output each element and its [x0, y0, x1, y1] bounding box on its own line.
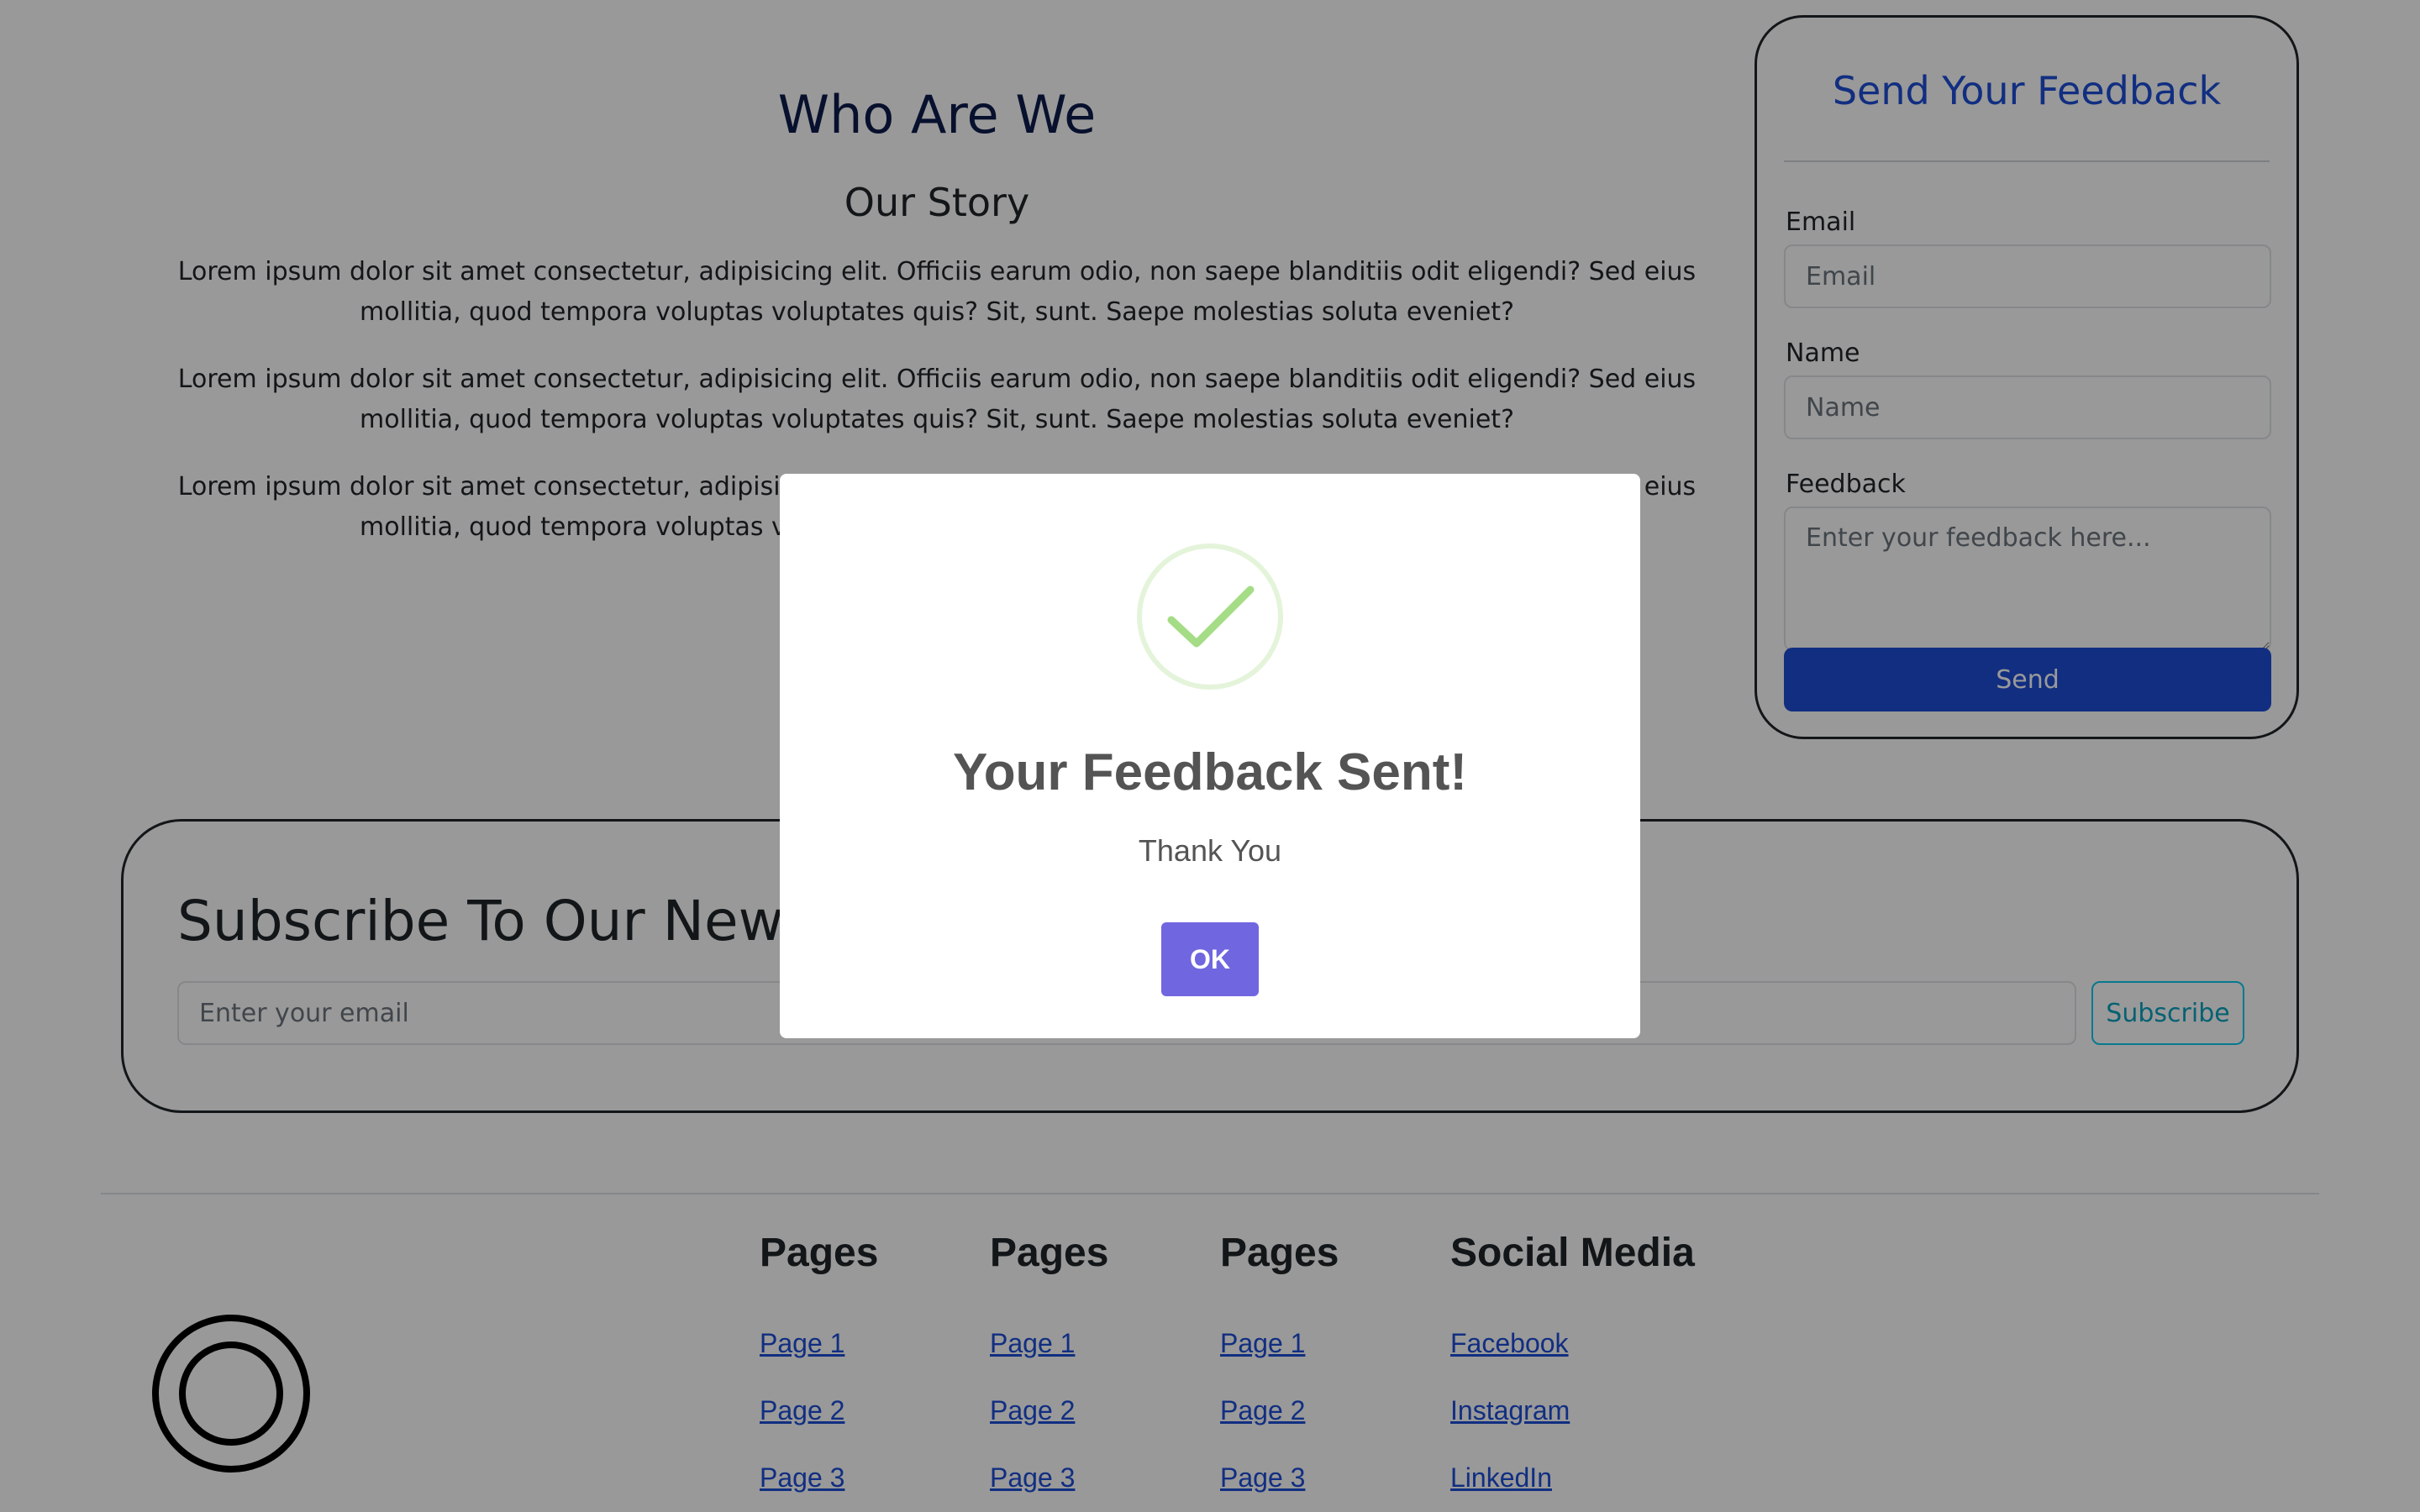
dialog-message: Thank You	[1138, 833, 1282, 868]
ok-button[interactable]: OK	[1161, 922, 1259, 996]
dialog-title: Your Feedback Sent!	[952, 743, 1468, 801]
success-dialog: Your Feedback Sent! Thank You OK	[780, 474, 1640, 1038]
success-check-icon	[1137, 543, 1283, 690]
